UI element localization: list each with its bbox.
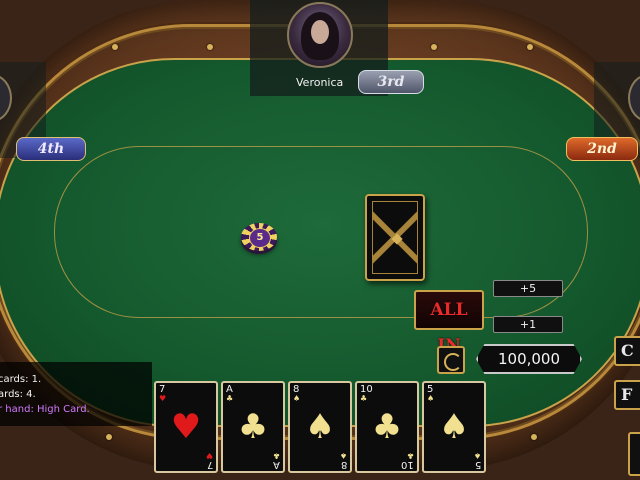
player-avatar-veronica[interactable] (287, 2, 353, 68)
spade-icon: ♠ (427, 394, 435, 403)
log-line: cards: 1. (0, 374, 42, 385)
rim-stud (527, 44, 533, 50)
rim-stud (531, 434, 537, 440)
hand-card-4[interactable]: 10 ♣ ♣ ♣ 10 (355, 381, 419, 473)
spade-icon: ♠ (438, 407, 470, 447)
all-in-button[interactable]: ALL IN (414, 290, 484, 356)
game-log: cards: 1. ards: 4. r hand: High Card. (0, 362, 152, 426)
raise-5-button[interactable]: +5 (493, 280, 563, 297)
right-action-button-1[interactable]: C (614, 336, 640, 366)
card-rank: A (273, 459, 280, 470)
hand-card-2[interactable]: A ♣ ♣ ♣ A (221, 381, 285, 473)
corner-button[interactable] (628, 432, 640, 476)
hand-card-1[interactable]: 7 ♥ ♥ ♥ 7 (154, 381, 218, 473)
rim-stud (106, 434, 112, 440)
avatar-face (311, 20, 329, 44)
hand-card-3[interactable]: 8 ♠ ♠ ♠ 8 (288, 381, 352, 473)
heart-icon: ♥ (170, 407, 202, 447)
refresh-button[interactable] (437, 346, 465, 374)
club-icon: ♣ (360, 394, 368, 403)
log-line: ards: 4. (0, 389, 36, 400)
rank-badge-right: 2nd (566, 137, 638, 161)
log-line-hand-summary: r hand: High Card. (0, 404, 90, 415)
card-back-pattern (372, 201, 418, 274)
rim-stud (207, 44, 213, 50)
raise-1-button[interactable]: +1 (493, 316, 563, 333)
pot-chip-value: 5 (249, 228, 271, 248)
club-icon: ♣ (237, 407, 269, 447)
card-rank: 10 (401, 459, 414, 470)
pot-chip: 5 (241, 223, 277, 251)
refresh-icon (444, 353, 462, 371)
card-rank: 5 (474, 459, 481, 470)
card-deck (365, 194, 425, 281)
hand-card-5[interactable]: 5 ♠ ♠ ♠ 5 (422, 381, 486, 473)
spade-icon: ♠ (304, 407, 336, 447)
rim-stud (431, 44, 437, 50)
right-action-button-2[interactable]: F (614, 380, 640, 410)
bet-amount-display: 100,000 (476, 344, 582, 374)
card-back-emblem (391, 233, 403, 245)
card-rank: 8 (340, 459, 347, 470)
club-icon: ♣ (226, 394, 234, 403)
spade-icon: ♠ (293, 394, 301, 403)
heart-icon: ♥ (159, 394, 167, 403)
card-rank: 7 (206, 459, 213, 470)
club-icon: ♣ (371, 407, 403, 447)
rim-stud (112, 44, 118, 50)
rank-badge-top: 3rd (358, 70, 424, 94)
rank-badge-left: 4th (16, 137, 86, 161)
